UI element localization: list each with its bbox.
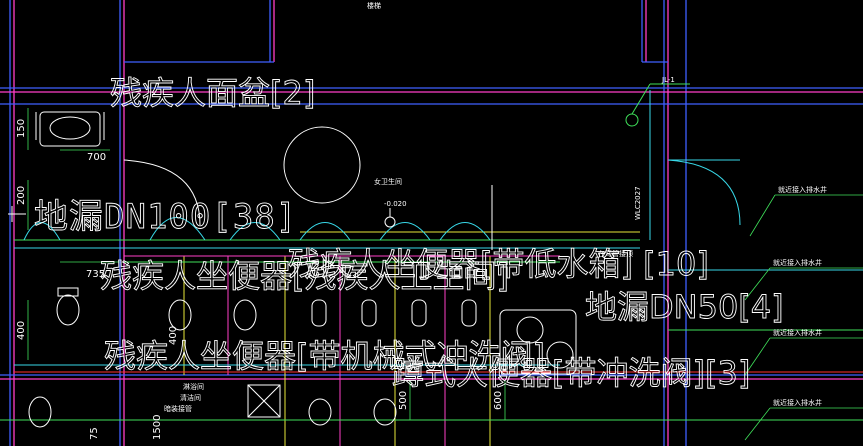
wall-note-label: 暗装接管 (164, 404, 192, 413)
dim-600-text: 600 (493, 391, 504, 410)
elevation-label: -0.020 (384, 200, 407, 208)
pipe-tag-label: JL-1 (661, 76, 675, 84)
floor-note-label: 清洁间 (180, 393, 201, 402)
shower-note-label: 淋浴间 (183, 382, 204, 391)
dim-150-text: 150 (16, 119, 27, 138)
dim-500-text: 500 (398, 391, 409, 410)
dim-700-text: 700 (87, 152, 106, 163)
dim-400a-text: 400 (16, 321, 27, 340)
dim-200-text: 200 (16, 186, 27, 205)
callout-3-label: 就近接入排水井 (773, 328, 822, 337)
overlap-title: 残疾人坐便器[带低水箱] [10] (288, 245, 709, 283)
riser-tag-label: WLC2027 (634, 186, 642, 220)
cad-drawing: 楼梯 女卫生间 -0.020 JL-1 WLC2027 就近接入排水井 就近接入… (0, 0, 863, 446)
dim-75-text: 75 (89, 427, 100, 440)
bottom-title-right: 蹲式大便器[带冲洗阀][3] (392, 354, 750, 392)
basin-title: 残疾人面盆[2] (110, 74, 315, 112)
floor-drain-title: 地漏DN100[38] (34, 197, 297, 237)
dim-1500-text: 1500 (152, 415, 163, 440)
callout-1-label: 就近接入排水井 (778, 185, 827, 194)
callout-4-label: 就近接入排水井 (773, 398, 822, 407)
room-name-label: 女卫生间 (374, 177, 402, 186)
top-room-label: 楼梯 (367, 1, 381, 10)
callout-2-label: 就近接入排水井 (773, 258, 822, 267)
floor-drain-right-title: 地漏DN50[4] (585, 288, 784, 326)
